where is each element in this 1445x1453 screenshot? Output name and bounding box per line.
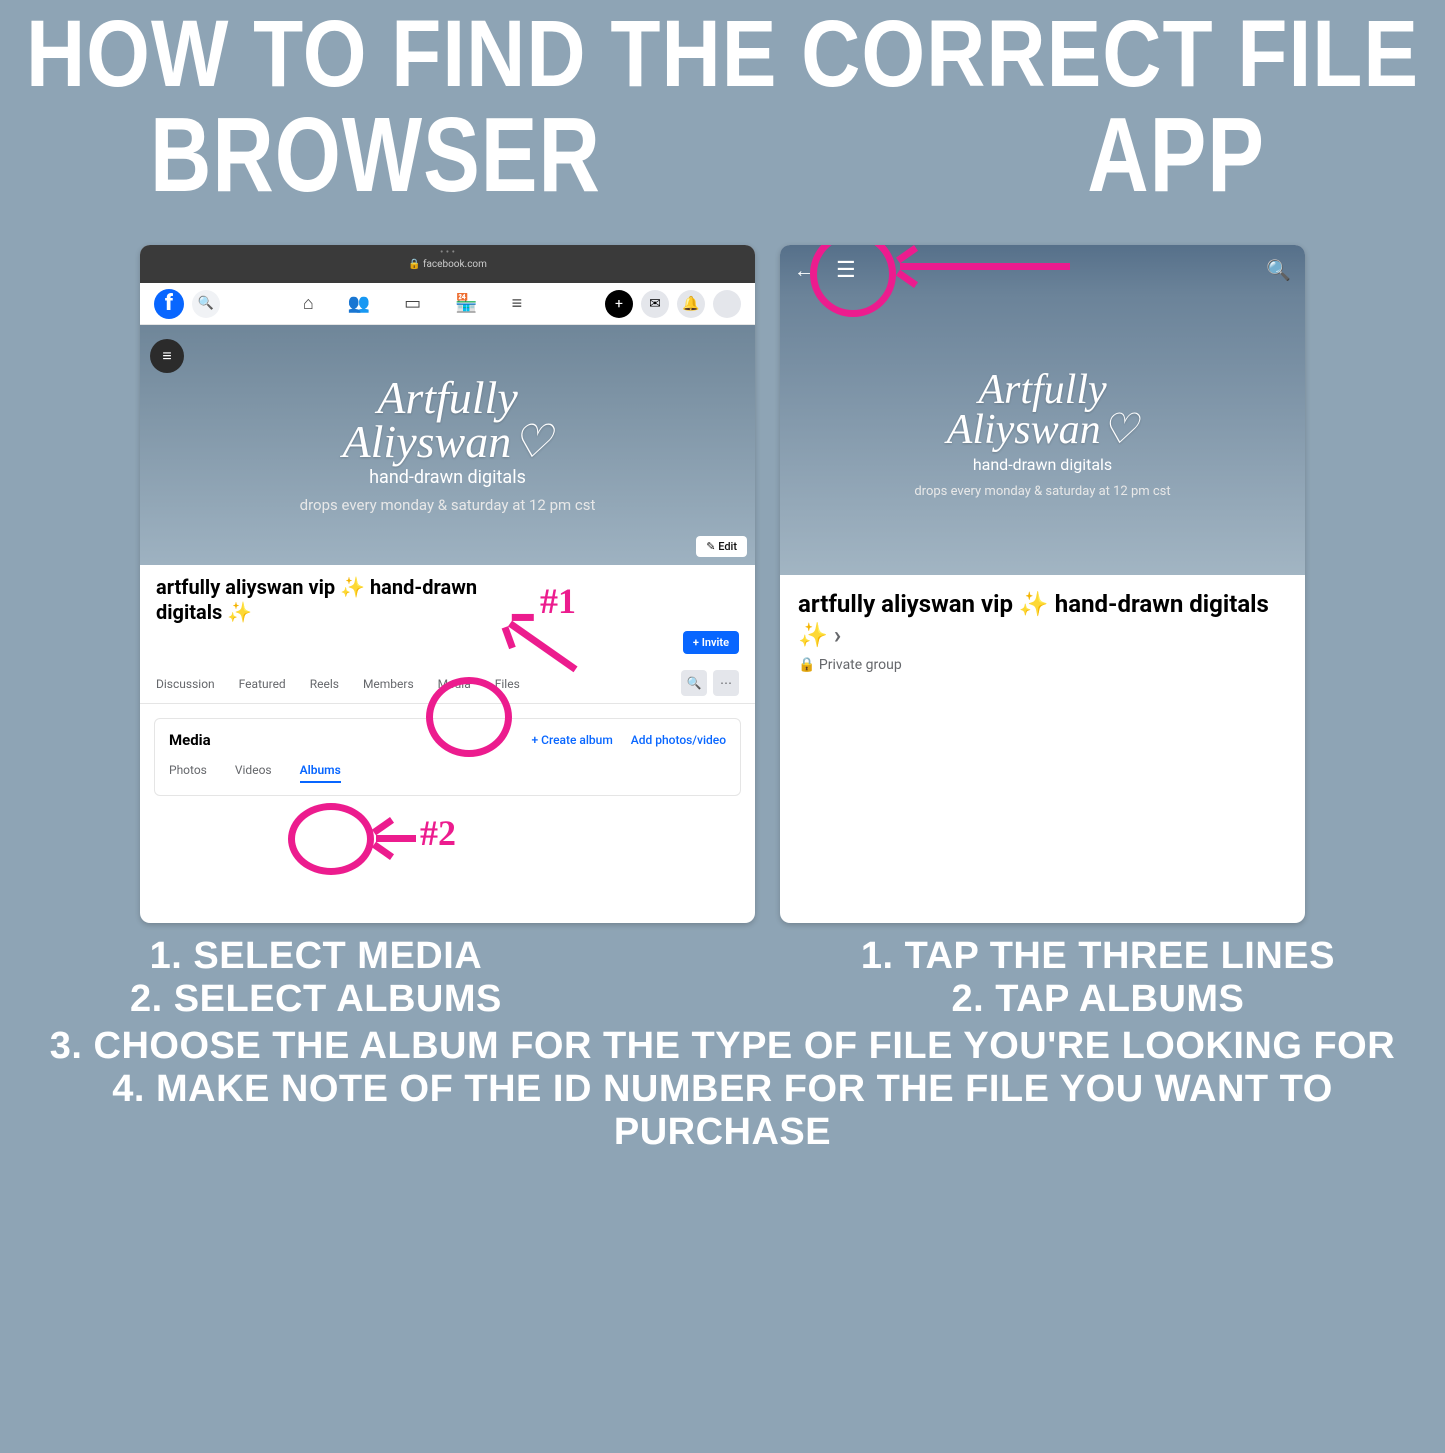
create-album-link[interactable]: + Create album [531,733,612,747]
app-tagline2: drops every monday & saturday at 12 pm c… [914,484,1170,499]
menu-icon[interactable]: ≡ [150,339,184,373]
browser-url: facebook.com [423,259,487,270]
edit-button[interactable]: ✎ Edit [696,536,747,557]
group-title: artfully aliyswan vip ✨ hand-drawn digit… [156,575,526,625]
market-icon[interactable]: 🏪 [455,293,477,314]
brand-logo: ArtfullyAliyswan♡ [947,371,1139,451]
brand-logo: ArtfullyAliyswan♡ [343,376,553,463]
media-tab-photos[interactable]: Photos [169,763,207,783]
search-icon[interactable]: 🔍 [681,670,707,696]
browser-url-bar: 🔒 facebook.com [140,245,755,283]
instr-app-2: 2. TAP ALBUMS [861,978,1335,1021]
app-cover: ArtfullyAliyswan♡ hand-drawn digitals dr… [780,295,1305,575]
watch-icon[interactable]: ▭ [404,293,421,314]
main-title: HOW TO FIND THE CORRECT FILE [0,1,1445,109]
hamburger-icon[interactable]: ≡ [512,293,523,314]
private-group-label: 🔒 Private group [798,657,1287,673]
bell-icon[interactable]: 🔔 [677,290,705,318]
annotation-circle-1 [426,677,512,757]
instr-line-4: 4. MAKE NOTE OF THE ID NUMBER FOR THE FI… [0,1068,1445,1154]
avatar[interactable] [713,290,741,318]
instructions: 1. SELECT MEDIA 2. SELECT ALBUMS 1. TAP … [0,935,1445,1154]
lock-icon: 🔒 [408,259,420,270]
friends-icon[interactable]: 👥 [348,293,370,314]
invite-button[interactable]: + Invite [683,631,739,654]
group-cover: ≡ ArtfullyAliyswan♡ hand-drawn digitals … [140,325,755,565]
tab-featured[interactable]: Featured [239,677,286,691]
instr-browser-1: 1. SELECT MEDIA [130,935,502,978]
instr-app-1: 1. TAP THE THREE LINES [861,935,1335,978]
app-group-header: artfully aliyswan vip ✨ hand-drawn digit… [780,575,1305,687]
subtitle-app: APP [1087,95,1265,218]
cover-tagline2: drops every monday & saturday at 12 pm c… [300,496,596,514]
browser-screenshot: 🔒 facebook.com f 🔍 ⌂ 👥 ▭ 🏪 ≡ + ✉ 🔔 ≡ [140,245,755,923]
messenger-icon[interactable]: ✉ [641,290,669,318]
search-icon[interactable]: 🔍 [1266,258,1291,282]
annotation-circle-2 [288,803,374,875]
media-section-title: Media [169,731,211,749]
facebook-logo-icon[interactable]: f [154,289,184,319]
tab-reels[interactable]: Reels [310,677,339,691]
instr-line-3: 3. CHOOSE THE ALBUM FOR THE TYPE OF FILE… [0,1025,1445,1068]
media-tab-albums[interactable]: Albums [300,763,341,783]
home-icon[interactable]: ⌂ [303,293,314,314]
cover-tagline1: hand-drawn digitals [369,467,526,488]
subtitles-row: BROWSER APP [0,107,1445,205]
annotation-arrow-2 [376,835,416,842]
media-tab-videos[interactable]: Videos [235,763,272,783]
chevron-right-icon[interactable]: › [834,621,841,649]
tab-discussion[interactable]: Discussion [156,677,215,691]
annotation-label-2: #2 [420,812,456,854]
annotation-arrow-app [900,263,1070,270]
plus-icon[interactable]: + [605,290,633,318]
add-photos-link[interactable]: Add photos/video [631,733,726,747]
app-group-title[interactable]: artfully aliyswan vip ✨ hand-drawn digit… [798,590,1269,649]
facebook-topnav: f 🔍 ⌂ 👥 ▭ 🏪 ≡ + ✉ 🔔 [140,283,755,325]
annotation-label-1: #1 [540,580,576,622]
tab-members[interactable]: Members [363,677,414,691]
subtitle-browser: BROWSER [150,95,601,218]
search-icon[interactable]: 🔍 [192,290,220,318]
instr-browser-2: 2. SELECT ALBUMS [130,978,502,1021]
app-screenshot: ← ☰ 🔍 ArtfullyAliyswan♡ hand-drawn digit… [780,245,1305,923]
more-icon[interactable]: ⋯ [713,670,739,696]
app-tagline1: hand-drawn digitals [973,455,1112,474]
